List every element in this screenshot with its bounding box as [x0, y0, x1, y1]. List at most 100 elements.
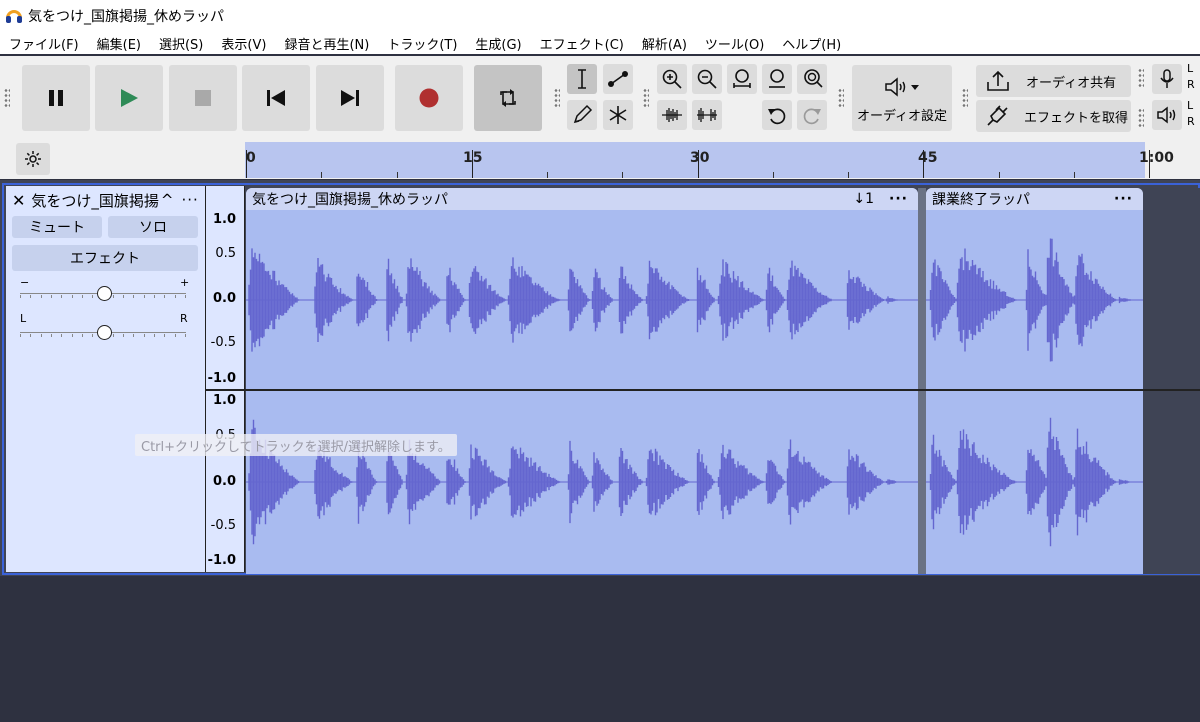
window-title: 気をつけ_国旗掲揚_休めラッパ: [28, 9, 224, 25]
slider-tick: [164, 295, 166, 298]
fit-selection-button[interactable]: [727, 64, 757, 94]
slider-tick: [123, 295, 124, 298]
play-meter-l: L: [1187, 99, 1194, 112]
clip-header[interactable]: 気をつけ_国旗掲揚_休めラッパ ↓1 ···: [246, 188, 918, 210]
audio-setup-button[interactable]: オーディオ設定: [852, 65, 952, 131]
draw-tool-button[interactable]: [567, 100, 597, 130]
menu-view[interactable]: 表示(V): [212, 34, 275, 53]
record-button[interactable]: [395, 65, 463, 131]
menu-effect[interactable]: エフェクト(C): [531, 34, 633, 53]
redo-button: [797, 100, 827, 130]
gain-plus-label: +: [180, 276, 190, 289]
stop-button[interactable]: [169, 65, 237, 131]
skip-start-icon: [267, 90, 285, 106]
empty-track-region[interactable]: [1143, 188, 1200, 574]
close-icon[interactable]: ✕: [12, 191, 25, 210]
selection-tool-button[interactable]: [567, 64, 597, 94]
timeline-tick: [698, 150, 699, 178]
slider-tick: [164, 334, 166, 337]
play-meter-r: R: [1187, 115, 1195, 128]
slider-tick: [153, 295, 155, 298]
menu-select[interactable]: 選択(S): [150, 34, 212, 53]
clip-name: 気をつけ_国旗掲揚_休めラッパ: [252, 192, 448, 208]
trim-icon: [662, 108, 682, 122]
edit-grip[interactable]: [643, 88, 649, 108]
trim-audio-button[interactable]: [657, 100, 687, 130]
timeline-tick: [923, 150, 924, 178]
pause-icon: [49, 90, 63, 106]
timeline-tick: [397, 172, 398, 178]
slider-tick: [184, 334, 186, 337]
track-menu-icon[interactable]: ···: [182, 191, 199, 209]
slider-tick: [143, 334, 145, 337]
zoom-out-button[interactable]: [692, 64, 722, 94]
undo-button[interactable]: [762, 100, 792, 130]
zoom-in-icon: [662, 69, 682, 89]
scale-label: 1.0: [212, 393, 236, 408]
menu-help[interactable]: ヘルプ(H): [773, 34, 850, 53]
skip-to-end-button[interactable]: [316, 65, 384, 131]
zoom-in-button[interactable]: [657, 64, 687, 94]
slider-tick: [71, 334, 73, 337]
pencil-icon: [573, 104, 593, 124]
clip-pitch-badge: ↓1: [853, 191, 874, 207]
multi-tool-button[interactable]: [603, 100, 633, 130]
silence-audio-button[interactable]: [692, 100, 722, 130]
slider-tick: [123, 334, 124, 337]
scale-label: -1.0: [207, 553, 236, 568]
envelope-tool-button[interactable]: [603, 64, 633, 94]
pan-slider-knob[interactable]: [97, 325, 112, 340]
audio-setup-grip[interactable]: [838, 88, 844, 108]
meter-grip-rec[interactable]: [1138, 68, 1144, 88]
skip-to-start-button[interactable]: [242, 65, 310, 131]
loop-icon: [500, 89, 516, 107]
timeline-tick: [999, 172, 1000, 178]
meter-grip-play[interactable]: [1138, 108, 1144, 128]
menu-edit[interactable]: 編集(E): [88, 34, 150, 53]
slider-tick: [174, 334, 176, 337]
get-effects-button[interactable]: エフェクトを取得: [976, 100, 1131, 132]
audio-clip[interactable]: 課業終了ラッパ ···: [926, 188, 1143, 574]
tick-label-45: 45: [918, 150, 938, 166]
track-control-panel[interactable]: ✕ 気をつけ_国旗掲揚 ^ ··· ミュート ソロ エフェクト − + L R: [6, 186, 205, 572]
timeline-settings-button[interactable]: [16, 143, 50, 175]
share-audio-button[interactable]: オーディオ共有: [976, 65, 1131, 97]
menu-generate[interactable]: 生成(G): [466, 34, 530, 53]
skip-end-icon: [341, 90, 359, 106]
clip-header[interactable]: 課業終了ラッパ ···: [926, 188, 1143, 210]
menu-tracks[interactable]: トラック(T): [378, 34, 466, 53]
menu-transport[interactable]: 録音と再生(N): [275, 34, 378, 53]
mute-button[interactable]: ミュート: [12, 216, 102, 238]
menu-analyze[interactable]: 解析(A): [633, 34, 696, 53]
audio-clip[interactable]: 気をつけ_国旗掲揚_休めラッパ ↓1 ···: [246, 188, 918, 574]
toolbar: オーディオ設定 オーディオ共有 エフェクトを取得 L R L R: [0, 56, 1200, 140]
title-bar: 気をつけ_国旗掲揚_休めラッパ: [0, 0, 1200, 32]
share-grip[interactable]: [962, 88, 968, 108]
gain-slider-knob[interactable]: [97, 286, 112, 301]
scale-label: -0.5: [210, 518, 236, 533]
toolbar-grip[interactable]: [4, 88, 10, 108]
tooltip: Ctrl+クリックしてトラックを選択/選択解除します。: [135, 434, 457, 456]
clip-menu-icon[interactable]: ···: [889, 191, 908, 207]
tools-grip[interactable]: [554, 88, 560, 108]
timeline-tick: [622, 172, 623, 178]
slider-tick: [20, 334, 21, 337]
play-button[interactable]: [95, 65, 163, 131]
clip-menu-icon[interactable]: ···: [1114, 191, 1133, 207]
zoom-toggle-button[interactable]: [797, 64, 827, 94]
slider-tick: [92, 334, 94, 337]
menu-tools[interactable]: ツール(O): [696, 34, 773, 53]
fit-project-button[interactable]: [762, 64, 792, 94]
pause-button[interactable]: [22, 65, 90, 131]
playback-meter-button[interactable]: [1152, 100, 1182, 130]
menu-file[interactable]: ファイル(F): [0, 34, 88, 53]
gear-icon: [25, 151, 41, 167]
empty-project-area[interactable]: [0, 578, 1200, 722]
track-name[interactable]: 気をつけ_国旗掲揚: [31, 190, 159, 211]
chevron-up-icon[interactable]: ^: [161, 191, 174, 209]
record-meter-button[interactable]: [1152, 64, 1182, 94]
loop-button[interactable]: [474, 65, 542, 131]
effects-button[interactable]: エフェクト: [12, 245, 198, 271]
solo-button[interactable]: ソロ: [108, 216, 198, 238]
slider-tick: [92, 295, 94, 298]
